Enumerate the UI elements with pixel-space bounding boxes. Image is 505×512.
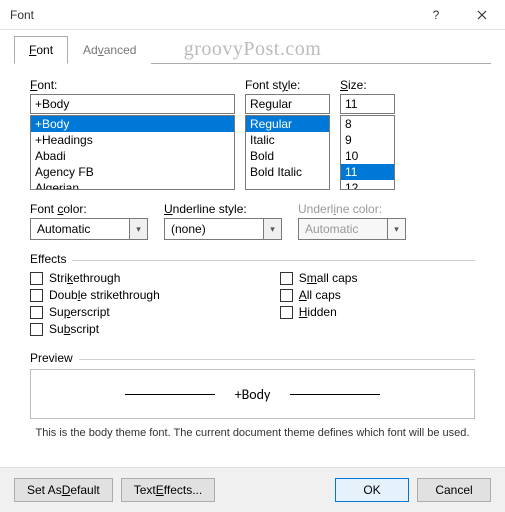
list-item[interactable]: Italic xyxy=(246,132,329,148)
list-item[interactable]: 8 xyxy=(341,116,394,132)
underline-style-dropdown[interactable]: (none) xyxy=(164,218,264,240)
set-as-default-button[interactable]: Set As Default xyxy=(14,478,113,502)
list-item[interactable]: Regular xyxy=(246,116,329,132)
font-color-label: Font color: xyxy=(30,202,148,216)
list-item[interactable]: 9 xyxy=(341,132,394,148)
preview-description: This is the body theme font. The current… xyxy=(30,427,475,439)
size-listbox[interactable]: 8 9 10 11 12 xyxy=(340,115,395,190)
ok-button[interactable]: OK xyxy=(335,478,409,502)
small-caps-checkbox[interactable] xyxy=(280,272,293,285)
superscript-label: Superscript xyxy=(49,305,110,319)
underline-color-label: Underline color: xyxy=(298,202,406,216)
subscript-label: Subscript xyxy=(49,322,99,336)
chevron-down-icon: ▾ xyxy=(270,224,275,235)
tab-font[interactable]: Font xyxy=(14,36,68,64)
superscript-checkbox[interactable] xyxy=(30,306,43,319)
underline-style-label: Underline style: xyxy=(164,202,282,216)
dialog-title: Font xyxy=(10,8,413,22)
font-style-input[interactable] xyxy=(245,94,330,114)
preview-box: +Body xyxy=(30,369,475,419)
list-item[interactable]: Agency FB xyxy=(31,164,234,180)
preview-group-label: Preview xyxy=(30,351,79,365)
font-style-listbox[interactable]: Regular Italic Bold Bold Italic xyxy=(245,115,330,190)
strikethrough-label: Strikethrough xyxy=(49,271,120,285)
all-caps-label: All caps xyxy=(299,288,341,302)
size-input[interactable] xyxy=(340,94,395,114)
underline-style-dropdown-button[interactable]: ▾ xyxy=(264,218,282,240)
size-label: Size: xyxy=(340,78,395,92)
font-style-label: Font style: xyxy=(245,78,330,92)
small-caps-label: Small caps xyxy=(299,271,358,285)
chevron-down-icon: ▾ xyxy=(136,224,141,235)
chevron-down-icon: ▾ xyxy=(394,224,399,235)
font-color-dropdown-button[interactable]: ▾ xyxy=(130,218,148,240)
all-caps-checkbox[interactable] xyxy=(280,289,293,302)
preview-text: +Body xyxy=(235,386,271,403)
close-button[interactable] xyxy=(459,0,505,30)
double-strikethrough-checkbox[interactable] xyxy=(30,289,43,302)
list-item[interactable]: Abadi xyxy=(31,148,234,164)
close-icon xyxy=(477,10,487,20)
font-label: Font: xyxy=(30,78,235,92)
list-item[interactable]: Bold Italic xyxy=(246,164,329,180)
text-effects-button[interactable]: Text Effects... xyxy=(121,478,216,502)
cancel-button[interactable]: Cancel xyxy=(417,478,491,502)
underline-color-dropdown-button: ▾ xyxy=(388,218,406,240)
list-item[interactable]: +Headings xyxy=(31,132,234,148)
underline-color-dropdown: Automatic xyxy=(298,218,388,240)
subscript-checkbox[interactable] xyxy=(30,323,43,336)
list-item[interactable]: Algerian xyxy=(31,180,234,190)
hidden-checkbox[interactable] xyxy=(280,306,293,319)
strikethrough-checkbox[interactable] xyxy=(30,272,43,285)
font-color-dropdown[interactable]: Automatic xyxy=(30,218,130,240)
list-item[interactable]: 12 xyxy=(341,180,394,190)
list-item[interactable]: Bold xyxy=(246,148,329,164)
list-item[interactable]: 10 xyxy=(341,148,394,164)
font-listbox[interactable]: +Body +Headings Abadi Agency FB Algerian xyxy=(30,115,235,190)
double-strikethrough-label: Double strikethrough xyxy=(49,288,160,302)
help-button[interactable]: ? xyxy=(413,0,459,30)
effects-group-label: Effects xyxy=(30,252,72,266)
hidden-label: Hidden xyxy=(299,305,337,319)
list-item[interactable]: +Body xyxy=(31,116,234,132)
list-item[interactable]: 11 xyxy=(341,164,394,180)
font-input[interactable] xyxy=(30,94,235,114)
tab-advanced[interactable]: Advanced xyxy=(68,36,151,64)
